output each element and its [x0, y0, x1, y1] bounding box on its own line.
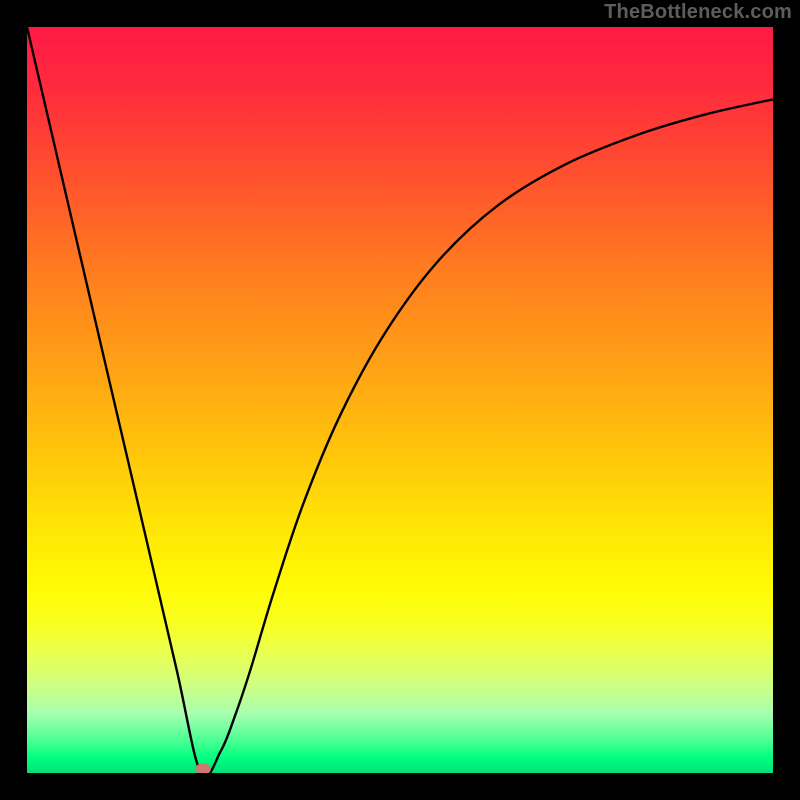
- curve-svg: [27, 27, 773, 773]
- chart-frame: TheBottleneck.com: [0, 0, 800, 800]
- plot-area: [27, 27, 773, 773]
- bottleneck-curve: [27, 27, 773, 773]
- watermark-text: TheBottleneck.com: [604, 1, 792, 24]
- optimal-point-marker: [195, 763, 211, 773]
